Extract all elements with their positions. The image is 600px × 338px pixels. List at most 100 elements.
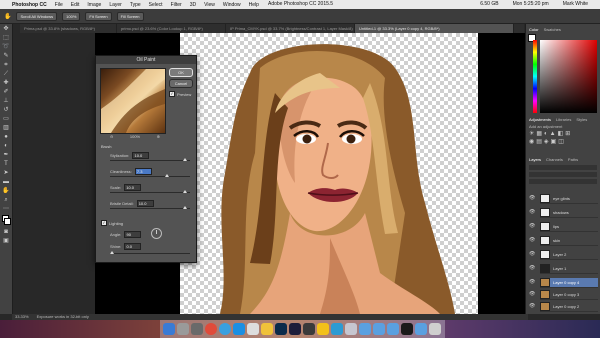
dodge-tool-icon[interactable]: ◐ [2, 143, 10, 150]
tab-prima[interactable]: Prima.psd @ 33.8% (shadows, RGB/8*) [20, 24, 117, 33]
user-name[interactable]: Mark White [563, 1, 588, 7]
hue-slider[interactable] [533, 40, 537, 113]
menu-select[interactable]: Select [149, 2, 163, 8]
tab-layers[interactable]: Layers [529, 157, 541, 162]
cleanliness-slider[interactable] [110, 174, 190, 177]
adjustment-icons-row2[interactable]: ◉▤◈▣◫ [529, 138, 566, 145]
tab-libraries[interactable]: Libraries [556, 117, 571, 122]
shine-slider-thumb[interactable] [110, 251, 114, 254]
visibility-eye-icon[interactable]: 👁 [529, 278, 535, 287]
menu-file[interactable]: File [55, 2, 63, 8]
visibility-eye-icon[interactable]: 👁 [529, 290, 535, 299]
layer-row[interactable]: Layer 1 [540, 264, 598, 274]
calendar-icon[interactable] [247, 323, 259, 335]
chrome-icon[interactable] [205, 323, 217, 335]
path-select-tool-icon[interactable]: ➤ [2, 170, 10, 177]
move-tool-icon[interactable]: ✥ [2, 26, 10, 33]
screen-recording-icon[interactable] [401, 323, 413, 335]
launchpad-icon[interactable] [177, 323, 189, 335]
blend-mode-bar[interactable] [529, 172, 597, 177]
layer-filter-bar[interactable] [529, 165, 597, 170]
layer-row[interactable]: skin [540, 236, 598, 246]
marquee-tool-icon[interactable]: ⬚ [2, 35, 10, 42]
brush-tool-icon[interactable]: ✐ [2, 89, 10, 96]
folder-icon[interactable] [415, 323, 427, 335]
trash-icon[interactable] [429, 323, 441, 335]
menu-layer[interactable]: Layer [109, 2, 122, 8]
background-color[interactable] [4, 218, 11, 225]
angle-dial[interactable] [151, 228, 162, 239]
visibility-eye-icon[interactable]: 👁 [529, 222, 535, 231]
bristle-detail-slider-thumb[interactable] [182, 206, 187, 209]
safari-icon[interactable] [219, 323, 231, 335]
color-swatches[interactable] [0, 213, 12, 227]
cleanliness-slider-thumb[interactable] [164, 174, 169, 177]
bristle-detail-slider[interactable] [110, 206, 190, 209]
zoom-in-icon[interactable]: ⊕ [157, 134, 160, 139]
lasso-tool-icon[interactable]: ➰ [2, 44, 10, 51]
tab-swatches[interactable]: Swatches [544, 27, 561, 32]
visibility-eye-icon[interactable]: 👁 [529, 250, 535, 259]
menu-help[interactable]: Help [249, 2, 259, 8]
cancel-button[interactable]: Cancel [169, 79, 193, 88]
shine-slider[interactable] [110, 251, 190, 254]
tab-channels[interactable]: Channels [546, 157, 563, 162]
cleanliness-input[interactable]: 7.3 [134, 168, 152, 175]
fill-screen-button[interactable]: Fill Screen [116, 11, 144, 21]
cyberduck-icon[interactable] [317, 323, 329, 335]
eyedropper-tool-icon[interactable]: ⟋ [2, 71, 10, 78]
folder-icon[interactable] [373, 323, 385, 335]
zoom-tool-icon[interactable]: ⌕ [2, 197, 10, 204]
quick-select-tool-icon[interactable]: ✎ [2, 53, 10, 60]
photoshop-icon[interactable] [275, 323, 287, 335]
ok-button[interactable]: OK [169, 68, 193, 77]
layer-row[interactable]: Layer 2 [540, 250, 598, 260]
lighting-checkbox-box[interactable]: ✓ [101, 220, 107, 226]
shape-tool-icon[interactable]: ▬ [2, 179, 10, 186]
fit-screen-button[interactable]: Fit Screen [85, 11, 112, 21]
scroll-all-windows-checkbox[interactable]: Scroll All Windows [16, 11, 58, 21]
shine-input[interactable]: 0.0 [124, 243, 142, 250]
zoom-100-button[interactable]: 100% [62, 11, 81, 21]
stylization-slider-thumb[interactable] [182, 158, 187, 161]
type-tool-icon[interactable]: T [2, 161, 10, 168]
visibility-eye-icon[interactable]: 👁 [529, 264, 535, 273]
hand-tool-icon[interactable]: ✋ [2, 188, 10, 195]
system-preferences-icon[interactable] [191, 323, 203, 335]
tab-prima-cmyk[interactable]: IP Prima_CMYK.psd @ 33.7% (Brightness/Co… [226, 24, 355, 33]
screen-mode-icon[interactable]: ▣ [2, 238, 10, 245]
visibility-eye-icon[interactable]: 👁 [529, 302, 535, 311]
preview-icon[interactable] [345, 323, 357, 335]
color-field[interactable] [540, 40, 597, 113]
downloads-folder-icon[interactable] [387, 323, 399, 335]
pen-tool-icon[interactable]: ✒ [2, 152, 10, 159]
bristle-detail-input[interactable]: 10.0 [136, 200, 154, 207]
gradient-tool-icon[interactable]: ▥ [2, 125, 10, 132]
adjustment-icons[interactable]: ☀▦◐▲◧⊞ [529, 130, 572, 137]
app-store-icon[interactable] [233, 323, 245, 335]
terminal-icon[interactable] [303, 323, 315, 335]
canvas[interactable] [180, 33, 478, 315]
lighting-checkbox[interactable]: ✓ Lighting [101, 220, 123, 226]
visibility-eye-icon[interactable]: 👁 [529, 208, 535, 217]
lock-bar[interactable] [529, 179, 597, 184]
menu-view[interactable]: View [204, 2, 215, 8]
scale-slider-thumb[interactable] [182, 190, 187, 193]
zoom-out-icon[interactable]: ⊖ [110, 134, 113, 139]
menu-app-name[interactable]: Photoshop CC [12, 2, 47, 8]
crop-tool-icon[interactable]: ⌗ [2, 62, 10, 69]
healing-brush-tool-icon[interactable]: ✚ [2, 80, 10, 87]
tab-paths[interactable]: Paths [568, 157, 578, 162]
layer-row[interactable]: Layer 0 copy 3 [540, 290, 598, 300]
visibility-eye-icon[interactable]: 👁 [529, 194, 535, 203]
finder-icon[interactable] [163, 323, 175, 335]
layer-row[interactable]: lips [540, 222, 598, 232]
layer-row-selected[interactable]: Layer 0 copy 4 [540, 278, 598, 288]
menu-window[interactable]: Window [223, 2, 241, 8]
blur-tool-icon[interactable]: ● [2, 134, 10, 141]
menu-type[interactable]: Type [130, 2, 141, 8]
layer-row[interactable]: eye glints [540, 194, 598, 204]
tab-color[interactable]: Color [529, 27, 539, 32]
eraser-tool-icon[interactable]: ▭ [2, 116, 10, 123]
angle-input[interactable]: 90 [124, 231, 142, 238]
